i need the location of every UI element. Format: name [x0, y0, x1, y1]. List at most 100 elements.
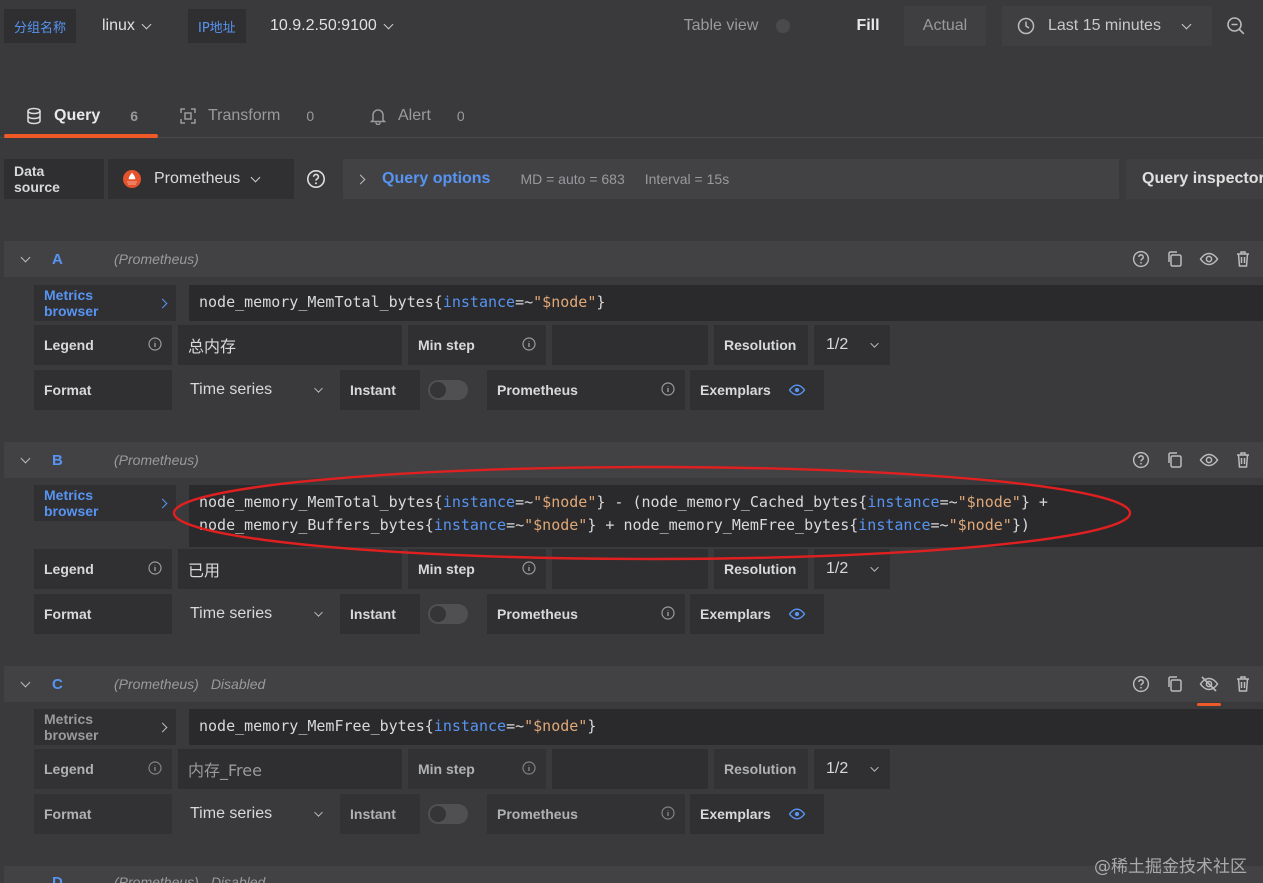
min-step-input[interactable]	[552, 325, 708, 365]
trash-icon[interactable]	[1233, 450, 1253, 470]
exemplars-toggle[interactable]: Exemplars	[690, 794, 824, 834]
active-indicator	[1197, 703, 1221, 706]
chevron-down-icon	[1181, 19, 1192, 29]
eye-icon	[787, 804, 807, 824]
tab-label: Alert	[398, 107, 431, 124]
metrics-browser-button[interactable]: Metrics browser	[34, 709, 176, 745]
query-editor[interactable]: node_memory_MemTotal_bytes{instance=~"$n…	[189, 285, 1263, 321]
data-source-label: Data source	[4, 159, 104, 199]
query-disabled-badge: Disabled	[210, 874, 266, 883]
help-icon[interactable]	[1131, 674, 1151, 694]
variable-select-ip[interactable]: 10.9.2.50:9100	[258, 9, 404, 43]
time-range-picker[interactable]: Last 15 minutes	[1002, 6, 1212, 46]
chevron-down-icon	[314, 383, 323, 393]
info-icon[interactable]	[661, 606, 675, 623]
format-label: Format	[34, 794, 172, 834]
chevron-right-icon	[355, 174, 366, 184]
info-icon[interactable]	[522, 761, 536, 778]
query-options-label: Query options	[382, 170, 491, 187]
table-view-toggle[interactable]: Table view	[672, 6, 802, 46]
highlight-ellipse	[172, 465, 1132, 561]
instant-toggle[interactable]	[428, 604, 468, 624]
format-select[interactable]: Time series	[178, 370, 334, 410]
resolution-select[interactable]: 1/2	[814, 749, 890, 789]
info-icon[interactable]	[522, 337, 536, 354]
query-editor[interactable]: node_memory_MemFree_bytes{instance=~"$no…	[189, 709, 1263, 745]
data-source-select[interactable]: Prometheus	[108, 159, 294, 199]
eye-icon[interactable]	[1199, 249, 1219, 269]
instant-label: Instant	[340, 370, 420, 410]
tab-label: Query	[54, 107, 101, 124]
info-icon[interactable]	[148, 337, 162, 354]
format-value: Time series	[190, 605, 273, 622]
collapse-chevron-icon[interactable]	[20, 252, 31, 263]
prometheus-type-label: Prometheus	[487, 594, 685, 634]
trash-icon[interactable]	[1233, 249, 1253, 269]
min-step-input[interactable]	[552, 749, 708, 789]
resolution-select[interactable]: 1/2	[814, 325, 890, 365]
format-value: Time series	[190, 381, 273, 398]
transform-icon	[178, 106, 198, 126]
toggle-track	[428, 380, 468, 400]
query-expression-line: node_memory_MemFree_bytes{instance=~"$no…	[199, 715, 1253, 738]
info-icon[interactable]	[148, 561, 162, 578]
help-icon[interactable]	[1131, 249, 1151, 269]
eye-icon[interactable]	[1199, 450, 1219, 470]
format-select[interactable]: Time series	[178, 794, 334, 834]
chevron-down-icon	[250, 172, 261, 182]
chevron-right-icon	[157, 498, 168, 508]
prometheus-type-label: Prometheus	[487, 370, 685, 410]
field-label-text: Legend	[44, 761, 94, 777]
query-row-header[interactable]: C (Prometheus) Disabled	[4, 666, 1263, 706]
query-datasource: (Prometheus)	[114, 251, 199, 267]
label-value: "$node"	[524, 717, 588, 735]
legend-input[interactable]: 总内存	[178, 325, 402, 365]
format-select[interactable]: Time series	[178, 594, 334, 634]
label-value: "$node"	[533, 293, 597, 311]
info-icon[interactable]	[661, 382, 675, 399]
variable-label-group: 分组名称	[4, 9, 77, 43]
collapse-chevron-icon[interactable]	[20, 453, 31, 464]
variable-select-group[interactable]: linux	[90, 9, 162, 43]
query-disabled-badge: Disabled	[210, 676, 266, 692]
chevron-down-icon	[141, 19, 152, 29]
query-inspector-button[interactable]: Query inspector	[1126, 159, 1263, 199]
toggle-track	[428, 604, 468, 624]
help-icon[interactable]	[306, 169, 326, 189]
query-datasource: (Prometheus)	[114, 676, 199, 692]
resolution-value: 1/2	[826, 336, 849, 353]
tab-transform[interactable]: Transform 0	[178, 96, 314, 136]
query-expression-line: node_memory_MemTotal_bytes{instance=~"$n…	[199, 291, 1253, 314]
trash-icon[interactable]	[1233, 674, 1253, 694]
instant-toggle[interactable]	[428, 804, 468, 824]
info-icon[interactable]	[661, 806, 675, 823]
info-icon[interactable]	[148, 761, 162, 778]
metrics-browser-button[interactable]: Metrics browser	[34, 285, 176, 321]
tab-label: Transform	[208, 107, 281, 124]
copy-icon[interactable]	[1165, 674, 1185, 694]
legend-label: Legend	[34, 549, 172, 589]
legend-input[interactable]: 内存_Free	[178, 749, 402, 789]
time-range-value: Last 15 minutes	[1048, 17, 1161, 34]
metrics-browser-button[interactable]: Metrics browser	[34, 485, 176, 521]
instant-toggle[interactable]	[428, 380, 468, 400]
zoom-out-icon[interactable]	[1226, 16, 1246, 36]
tab-alert[interactable]: Alert 0	[368, 96, 465, 136]
expression-text: }	[587, 717, 597, 735]
query-row-header[interactable]: A (Prometheus)	[4, 241, 1263, 277]
eye-off-icon[interactable]	[1197, 674, 1221, 706]
exemplars-toggle[interactable]: Exemplars	[690, 594, 824, 634]
exemplars-toggle[interactable]: Exemplars	[690, 370, 824, 410]
tab-query[interactable]: Query 6	[24, 96, 138, 136]
query-row-header[interactable]: D (Prometheus) Disabled	[4, 866, 1263, 883]
query-options-bar[interactable]: Query options MD = auto = 683 Interval =…	[343, 159, 1119, 199]
actual-button[interactable]: Actual	[904, 6, 986, 46]
max-data-points-text: MD = auto = 683	[520, 171, 625, 187]
copy-icon[interactable]	[1165, 249, 1185, 269]
variable-value: 10.9.2.50:9100	[270, 17, 377, 34]
field-label-text: Exemplars	[700, 382, 771, 398]
field-label-text: Min step	[418, 337, 475, 353]
collapse-chevron-icon[interactable]	[20, 677, 31, 688]
copy-icon[interactable]	[1165, 450, 1185, 470]
fill-button[interactable]: Fill	[838, 6, 898, 46]
